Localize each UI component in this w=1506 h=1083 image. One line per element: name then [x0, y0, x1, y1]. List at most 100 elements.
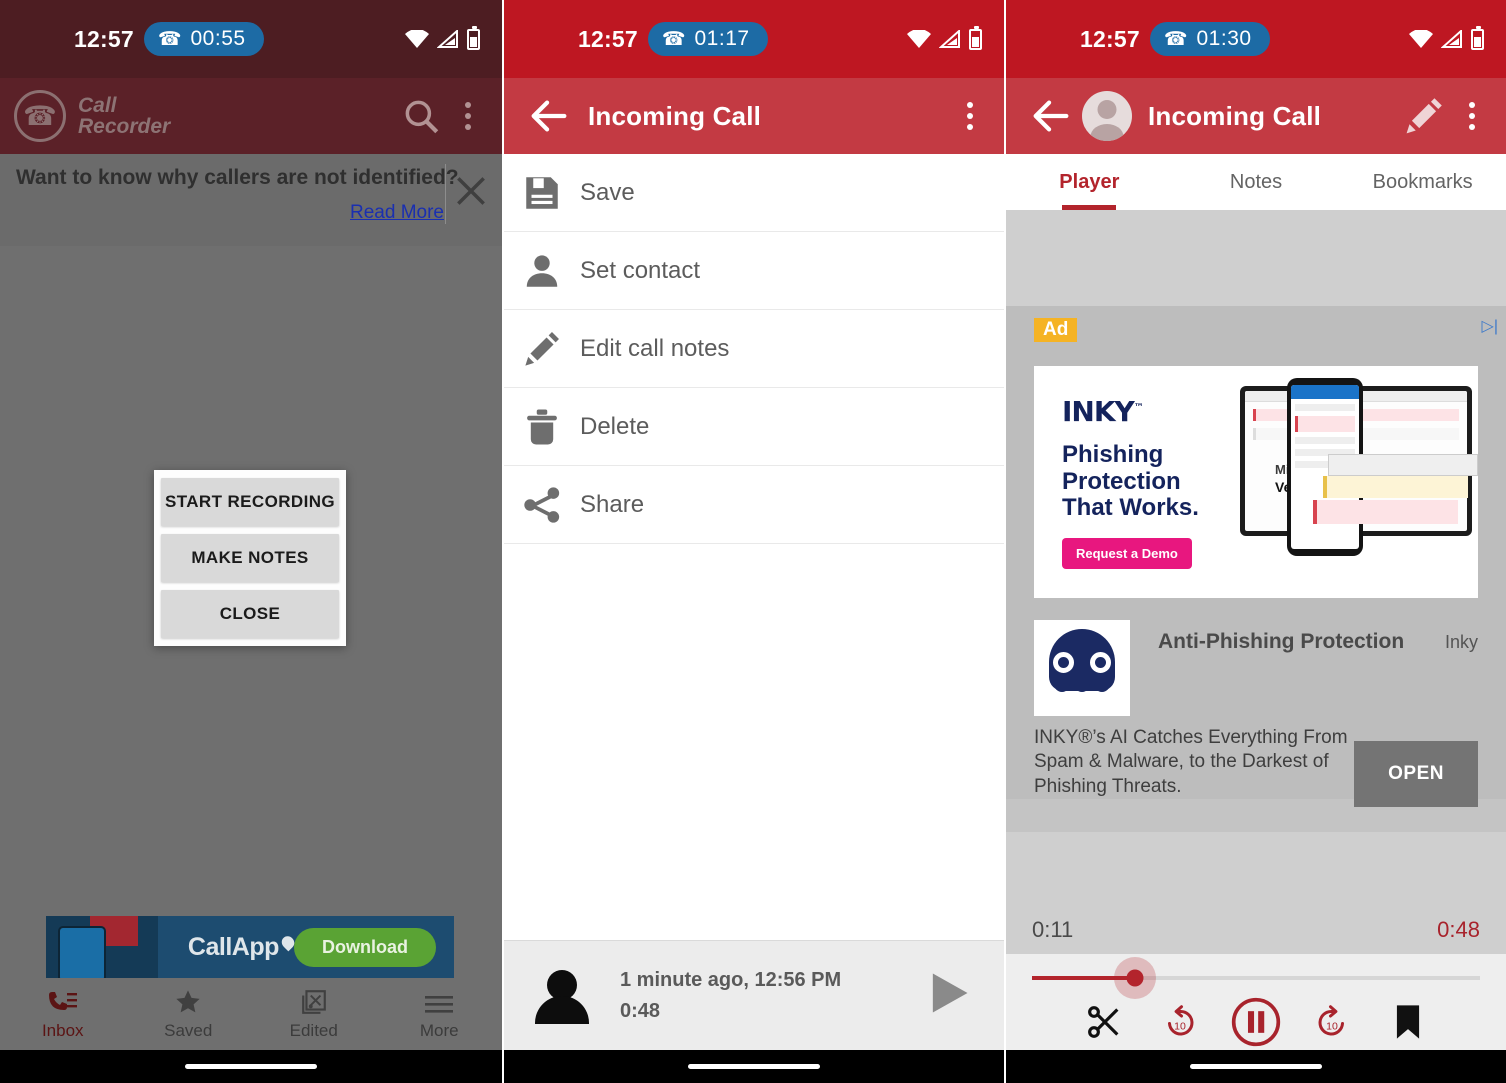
status-bar: 12:57 ☎ 01:17 — [504, 0, 1004, 78]
tab-bookmarks[interactable]: Bookmarks — [1339, 154, 1506, 210]
mini-player-bar[interactable]: 1 minute ago, 12:56 PM 0:48 — [504, 940, 1004, 1050]
tab-player[interactable]: Player — [1006, 154, 1173, 210]
status-bar-left: 12:57 ☎ 01:17 — [578, 22, 768, 56]
back-arrow-icon[interactable] — [526, 93, 572, 139]
trash-icon — [504, 406, 580, 448]
ad-badge: Ad — [1034, 318, 1078, 342]
system-navigation-bar — [504, 1050, 1004, 1083]
call-duration: 01:30 — [1196, 27, 1252, 50]
player-spacer — [1006, 832, 1506, 906]
recording-duration: 0:48 — [620, 999, 661, 1022]
sidebar-item-more[interactable]: More — [377, 988, 503, 1041]
tab-notes[interactable]: Notes — [1173, 154, 1340, 210]
ad-detail-header: Anti-Phishing Protection Inky — [1034, 620, 1478, 716]
tab-label: Player — [1059, 170, 1120, 193]
make-notes-button[interactable]: MAKE NOTES — [161, 534, 339, 582]
play-icon[interactable] — [922, 967, 974, 1024]
seek-thumb[interactable] — [1126, 969, 1144, 987]
hamburger-icon — [423, 988, 455, 1016]
sidebar-item-saved[interactable]: Saved — [126, 988, 252, 1041]
call-recorder-logo-icon: ☎ — [14, 90, 66, 142]
person-avatar-icon[interactable] — [1082, 91, 1132, 141]
bookmark-icon[interactable] — [1382, 996, 1434, 1048]
ad-detail-block: Anti-Phishing Protection Inky INKY®’s AI… — [1006, 620, 1506, 807]
pencil-icon[interactable] — [1402, 94, 1446, 138]
ongoing-call-chip[interactable]: ☎ 00:55 — [143, 22, 264, 56]
transport-controls: 10 10 — [1006, 996, 1506, 1048]
ad-download-button[interactable]: Download — [294, 927, 436, 967]
trademark-mark: ™ — [1133, 402, 1144, 414]
status-time: 12:57 — [1080, 25, 1140, 52]
phone-icon: ☎ — [157, 28, 182, 50]
ad-title: Anti-Phishing Protection — [1158, 630, 1405, 653]
back-arrow-icon[interactable] — [1028, 93, 1074, 139]
call-duration: 00:55 — [190, 27, 246, 50]
battery-icon — [467, 25, 480, 50]
menu-item-delete[interactable]: Delete — [504, 388, 1004, 466]
overflow-menu-icon[interactable] — [450, 93, 486, 139]
sidebar-item-inbox[interactable]: Inbox — [0, 988, 126, 1041]
overflow-menu-icon[interactable] — [952, 93, 988, 139]
recording-timestamp: 1 minute ago, 12:56 PM — [620, 968, 842, 991]
call-duration: 01:17 — [694, 27, 750, 50]
battery-icon — [969, 25, 982, 50]
app-title: Call Recorder — [78, 93, 170, 138]
menu-item-share[interactable]: Share — [504, 466, 1004, 544]
menu-item-edit-call-notes[interactable]: Edit call notes — [504, 310, 1004, 388]
ad-open-button[interactable]: OPEN — [1354, 740, 1478, 807]
search-icon[interactable] — [400, 95, 442, 137]
recording-meta: 1 minute ago, 12:56 PM 0:48 — [620, 969, 841, 1023]
ad-top-spacer — [1006, 210, 1506, 306]
trim-scissors-icon[interactable] — [1078, 996, 1130, 1048]
pause-icon[interactable] — [1230, 996, 1282, 1048]
home-gesture-pill[interactable] — [185, 1064, 317, 1069]
start-recording-button[interactable]: START RECORDING — [161, 478, 339, 526]
player-controls: 10 10 — [1006, 954, 1506, 1050]
status-bar-left: 12:57 ☎ 01:30 — [1080, 22, 1270, 56]
inky-squid-app-icon — [1034, 620, 1130, 716]
adchoices-icon[interactable]: ▷| — [1482, 316, 1498, 336]
seek-slider[interactable] — [1032, 957, 1480, 999]
inky-ad-container[interactable]: Ad ▷| INKY™ Phishing Protection That Wor… — [1006, 306, 1506, 807]
promo-text: Want to know why callers are not identif… — [16, 166, 459, 189]
person-icon — [504, 250, 580, 292]
sidebar-item-edited[interactable]: Edited — [251, 988, 377, 1041]
signal-icon — [437, 30, 458, 48]
close-icon[interactable] — [452, 172, 490, 210]
recording-action-dialog: START RECORDING MAKE NOTES CLOSE — [154, 470, 346, 646]
inky-ad-creative[interactable]: INKY™ Phishing Protection That Works. Re… — [1034, 366, 1478, 598]
svg-text:10: 10 — [1326, 1021, 1338, 1033]
request-demo-button[interactable]: Request a Demo — [1062, 538, 1192, 570]
menu-item-save[interactable]: Save — [504, 154, 1004, 232]
promo-banner: Want to know why callers are not identif… — [0, 154, 502, 246]
rewind-10-icon[interactable]: 10 — [1154, 996, 1206, 1048]
system-navigation-bar — [0, 1050, 502, 1083]
bottom-navigation: Inbox Saved Edited More — [0, 978, 502, 1050]
home-gesture-pill[interactable] — [688, 1064, 820, 1069]
ongoing-call-chip[interactable]: ☎ 01:17 — [647, 22, 768, 56]
close-dialog-button[interactable]: CLOSE — [161, 590, 339, 638]
home-gesture-pill[interactable] — [1190, 1064, 1322, 1069]
app-bar-actions — [1402, 93, 1490, 139]
signal-icon — [939, 30, 960, 48]
status-bar-right — [1409, 25, 1484, 50]
menu-item-set-contact[interactable]: Set contact — [504, 232, 1004, 310]
status-bar-right — [405, 25, 480, 50]
app-bar: Incoming Call — [1006, 78, 1506, 154]
menu-item-label: Save — [580, 178, 635, 206]
app-title-line1: Call — [78, 93, 117, 117]
sidebar-item-label: Inbox — [41, 1020, 84, 1040]
current-time-label: 0:11 — [1032, 917, 1074, 942]
read-more-link[interactable]: Read More — [350, 202, 444, 224]
inky-logo-text: INKY — [1062, 394, 1135, 428]
menu-item-label: Delete — [580, 412, 650, 440]
svg-text:10: 10 — [1174, 1021, 1186, 1033]
forward-10-icon[interactable]: 10 — [1306, 996, 1358, 1048]
ongoing-call-chip[interactable]: ☎ 01:30 — [1149, 22, 1270, 56]
status-bar-left: 12:57 ☎ 00:55 — [74, 22, 264, 56]
call-options-menu: Save Set contact Edit call notes Delete — [504, 154, 1004, 544]
overflow-menu-icon[interactable] — [1454, 93, 1490, 139]
callapp-ad-banner[interactable]: CallApp Download — [46, 916, 454, 978]
wifi-icon — [907, 30, 931, 48]
promo-divider — [445, 164, 446, 224]
